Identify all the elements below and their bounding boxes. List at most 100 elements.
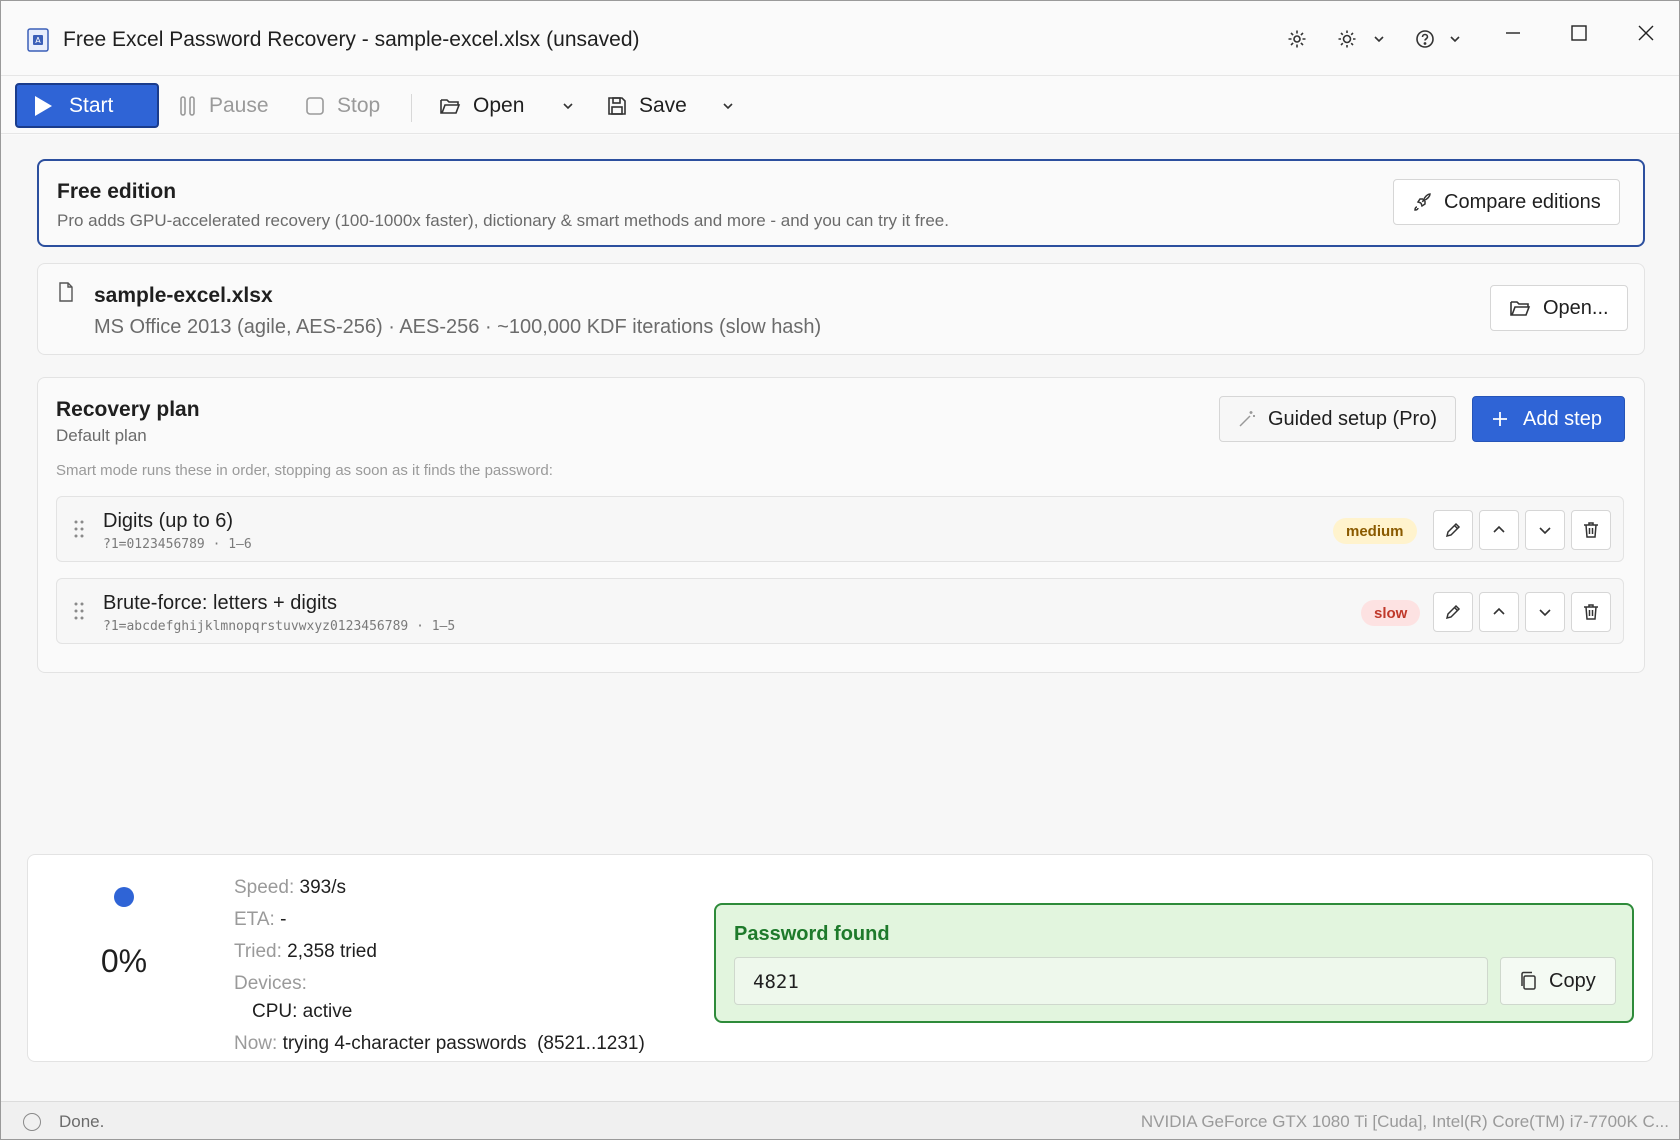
file-name: sample-excel.xlsx: [94, 284, 273, 307]
now-stat: Now: trying 4-character passwords (8521.…: [234, 1033, 645, 1055]
chevron-down-icon: [1539, 609, 1551, 617]
now-value: trying 4-character passwords (8521..1231…: [282, 1033, 645, 1054]
progress-percent: 0%: [100, 943, 148, 979]
edit-step-button[interactable]: [1433, 592, 1473, 632]
recovery-plan-card: Recovery plan Default plan Smart mode ru…: [37, 377, 1645, 673]
add-step-label: Add step: [1523, 407, 1602, 430]
plan-hint: Smart mode runs these in order, stopping…: [56, 462, 553, 479]
move-step-down-button[interactable]: [1525, 510, 1565, 550]
main-content: Free edition Pro adds GPU-accelerated re…: [1, 135, 1679, 1101]
compare-editions-label: Compare editions: [1444, 190, 1601, 213]
save-icon: [608, 97, 626, 115]
toolbar: Start Pause Stop Open Save: [1, 76, 1679, 134]
title-bar: A Free Excel Password Recovery - sample-…: [1, 1, 1679, 76]
open-label: Open: [473, 94, 525, 117]
step-mask: ?1=abcdefghijklmnopqrstuvwxyz0123456789 …: [103, 619, 456, 634]
theme-chevron-down-icon[interactable]: [1367, 27, 1391, 51]
app-icon: A: [27, 28, 49, 52]
tried-value: 2,358 tried: [287, 941, 377, 962]
speed-label: Speed:: [234, 877, 295, 898]
compare-editions-button[interactable]: Compare editions: [1393, 179, 1620, 225]
chevron-down-icon: [1539, 527, 1551, 535]
trash-icon: [1584, 522, 1598, 538]
password-found-box: Password found 4821 Copy: [714, 903, 1634, 1023]
maximize-icon[interactable]: [1559, 13, 1599, 53]
plan-step-row[interactable]: Digits (up to 6) ?1=0123456789 · 1–6 med…: [56, 496, 1624, 562]
chevron-down-icon: [563, 103, 573, 110]
step-title: Brute-force: letters + digits: [103, 592, 337, 614]
theme-icon[interactable]: [1335, 27, 1359, 51]
speed-stat: Speed: 393/s: [234, 877, 346, 899]
speed-value: 393/s: [299, 877, 346, 898]
password-found-title: Password found: [734, 923, 890, 945]
plan-subtitle: Default plan: [56, 426, 147, 445]
eta-stat: ETA: -: [234, 909, 286, 931]
guided-setup-button[interactable]: Guided setup (Pro): [1219, 396, 1456, 442]
chevron-up-icon: [1493, 525, 1505, 533]
play-icon: [35, 95, 52, 116]
pause-button[interactable]: Pause: [167, 84, 281, 128]
step-mask: ?1=0123456789 · 1–6: [103, 537, 252, 552]
file-card: sample-excel.xlsx MS Office 2013 (agile,…: [37, 263, 1645, 355]
delete-step-button[interactable]: [1571, 592, 1611, 632]
minimize-icon[interactable]: [1493, 13, 1533, 53]
progress-panel: 0% Speed: 393/s ETA: - Tried: 2,358 trie…: [27, 854, 1653, 1062]
trash-icon: [1584, 604, 1598, 620]
delete-step-button[interactable]: [1571, 510, 1611, 550]
copy-button[interactable]: Copy: [1500, 957, 1616, 1005]
plan-step-row[interactable]: Brute-force: letters + digits ?1=abcdefg…: [56, 578, 1624, 644]
pause-icon: [180, 96, 195, 116]
free-edition-banner: Free edition Pro adds GPU-accelerated re…: [37, 159, 1645, 247]
speed-badge: medium: [1333, 518, 1417, 544]
help-chevron-down-icon[interactable]: [1443, 27, 1467, 51]
eta-value: -: [280, 909, 287, 930]
app-window: A Free Excel Password Recovery - sample-…: [0, 0, 1680, 1140]
settings-icon[interactable]: [1285, 27, 1309, 51]
open-dropdown-button[interactable]: [549, 84, 587, 128]
drag-handle-icon[interactable]: [73, 601, 85, 621]
password-field[interactable]: 4821: [734, 957, 1488, 1005]
window-title: Free Excel Password Recovery - sample-ex…: [63, 28, 640, 51]
speed-badge: slow: [1361, 600, 1421, 626]
close-icon[interactable]: [1626, 13, 1666, 53]
step-title: Digits (up to 6): [103, 510, 234, 532]
eta-label: ETA:: [234, 909, 275, 930]
stop-icon: [306, 97, 324, 115]
copy-label: Copy: [1549, 969, 1596, 992]
open-file-button[interactable]: Open...: [1490, 285, 1628, 331]
add-step-button[interactable]: Add step: [1472, 396, 1625, 442]
plan-title: Recovery plan: [56, 398, 200, 421]
guided-setup-label: Guided setup (Pro): [1268, 407, 1437, 430]
now-label: Now:: [234, 1033, 278, 1054]
save-dropdown-button[interactable]: [709, 84, 747, 128]
tried-label: Tried:: [234, 941, 282, 962]
move-step-down-button[interactable]: [1525, 592, 1565, 632]
chevron-up-icon: [1493, 607, 1505, 615]
chevron-down-icon: [723, 103, 733, 110]
folder-open-icon: [1510, 301, 1531, 316]
open-button[interactable]: Open: [427, 84, 536, 128]
move-step-up-button[interactable]: [1479, 510, 1519, 550]
edit-step-button[interactable]: [1433, 510, 1473, 550]
help-icon[interactable]: [1413, 27, 1437, 51]
status-devices: NVIDIA GeForce GTX 1080 Ti [Cuda], Intel…: [1140, 1112, 1669, 1131]
file-meta: MS Office 2013 (agile, AES-256) · AES-25…: [94, 316, 822, 338]
save-button[interactable]: Save: [595, 84, 699, 128]
pencil-icon: [1445, 604, 1461, 620]
move-step-up-button[interactable]: [1479, 592, 1519, 632]
start-label: Start: [69, 93, 114, 117]
stop-button[interactable]: Stop: [293, 84, 392, 128]
free-edition-subtitle: Pro adds GPU-accelerated recovery (100-1…: [57, 211, 949, 230]
devices-label: Devices:: [234, 973, 307, 994]
pencil-icon: [1445, 522, 1461, 538]
status-text: Done.: [59, 1112, 105, 1131]
status-circle-icon: [23, 1113, 41, 1131]
drag-handle-icon[interactable]: [73, 519, 85, 539]
start-button[interactable]: Start: [15, 83, 159, 128]
magic-wand-icon: [1239, 411, 1255, 427]
tried-stat: Tried: 2,358 tried: [234, 941, 377, 963]
free-edition-title: Free edition: [57, 180, 177, 203]
pause-label: Pause: [209, 94, 269, 117]
status-bar: Done. NVIDIA GeForce GTX 1080 Ti [Cuda],…: [1, 1101, 1679, 1139]
copy-icon: [1521, 971, 1536, 990]
